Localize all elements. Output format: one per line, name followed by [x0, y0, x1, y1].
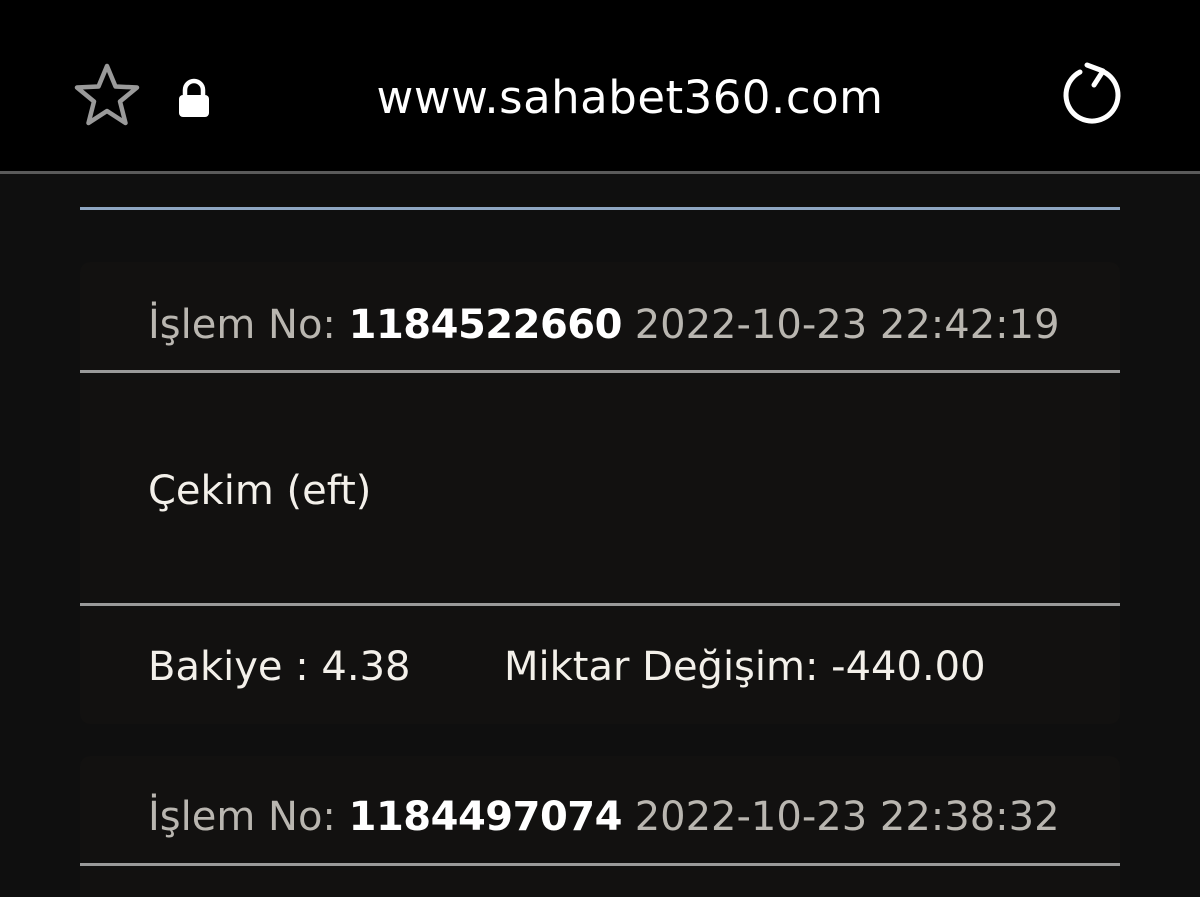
card-divider [80, 863, 1120, 866]
transaction-label: İşlem No: [148, 794, 336, 840]
transaction-type: Çekim (eft) [148, 468, 372, 514]
card-divider [80, 603, 1120, 606]
transaction-summary: Bakiye : 4.38 Miktar Değişim: -440.00 [148, 642, 986, 692]
lock-icon [179, 78, 209, 117]
transaction-label: İşlem No: [148, 302, 336, 348]
balance-text: Bakiye : 4.38 [148, 644, 411, 690]
transaction-datetime: 2022-10-23 22:42:19 [634, 302, 1060, 348]
transaction-datetime: 2022-10-23 22:38:32 [634, 794, 1060, 840]
address-bar-divider [0, 171, 1200, 174]
browser-address-bar: www.sahabet360.com [0, 0, 1200, 172]
reload-icon[interactable] [1060, 62, 1126, 128]
star-icon[interactable] [73, 62, 141, 130]
url-text[interactable]: www.sahabet360.com [330, 70, 930, 126]
transaction-number: 1184497074 [348, 794, 623, 840]
transaction-header: İşlem No: 1184497074 2022-10-23 22:38:32 [148, 792, 1060, 842]
transaction-card: İşlem No: 1184522660 2022-10-23 22:42:19… [80, 262, 1120, 724]
transaction-number: 1184522660 [348, 302, 623, 348]
content-top-line [80, 207, 1120, 210]
amount-change-text: Miktar Değişim: -440.00 [504, 644, 986, 690]
transaction-card: İşlem No: 1184497074 2022-10-23 22:38:32 [80, 756, 1120, 897]
page: www.sahabet360.com İşlem No: 1184522660 … [0, 0, 1200, 897]
card-divider [80, 370, 1120, 373]
transaction-header: İşlem No: 1184522660 2022-10-23 22:42:19 [148, 300, 1060, 350]
